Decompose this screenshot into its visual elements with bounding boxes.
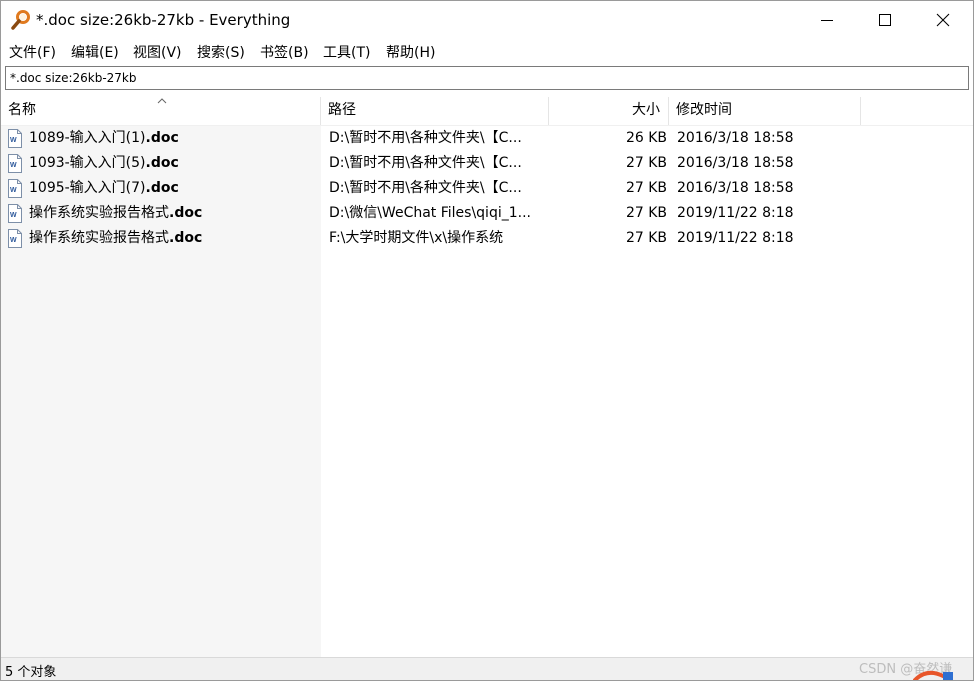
file-modified: 2016/3/18 18:58 xyxy=(677,180,794,196)
close-icon xyxy=(936,13,950,27)
svg-text:W: W xyxy=(10,162,17,169)
svg-text:W: W xyxy=(10,137,17,144)
file-name: 操作系统实验报告格式.doc xyxy=(29,230,203,246)
menu-bar: 文件(F) 编辑(E) 视图(V) 搜索(S) 书签(B) 工具(T) 帮助(H… xyxy=(1,39,973,63)
menu-tools[interactable]: 工具(T) xyxy=(323,42,370,62)
file-size: 27 KB xyxy=(625,155,667,171)
word-document-icon: W xyxy=(8,154,22,173)
file-modified: 2019/11/22 8:18 xyxy=(677,230,794,246)
file-size: 27 KB xyxy=(625,180,667,196)
column-header-modified[interactable]: 修改时间 xyxy=(669,97,861,125)
file-path: D:\暂时不用\各种文件夹\【C... xyxy=(329,180,522,196)
maximize-icon xyxy=(879,14,891,26)
file-list: W 1089-输入入门(1).doc D:\暂时不用\各种文件夹\【C... 2… xyxy=(1,126,973,251)
file-path: D:\暂时不用\各种文件夹\【C... xyxy=(329,130,522,146)
menu-view[interactable]: 视图(V) xyxy=(133,42,182,62)
word-document-icon: W xyxy=(8,204,22,223)
column-header-name[interactable]: 名称 xyxy=(1,97,321,125)
svg-text:W: W xyxy=(10,212,17,219)
file-size: 26 KB xyxy=(625,130,667,146)
table-row[interactable]: W 操作系统实验报告格式.doc F:\大学时期文件\x\操作系统 27 KB … xyxy=(1,226,973,251)
window-title: *.doc size:26kb-27kb - Everything xyxy=(36,11,291,29)
menu-bookmarks[interactable]: 书签(B) xyxy=(260,42,309,62)
title-bar[interactable]: *.doc size:26kb-27kb - Everything xyxy=(1,1,973,39)
menu-file[interactable]: 文件(F) xyxy=(9,42,56,62)
minimize-button[interactable] xyxy=(798,1,856,39)
close-button[interactable] xyxy=(914,1,972,39)
column-header-name-label: 名称 xyxy=(8,102,36,118)
word-document-icon: W xyxy=(8,229,22,248)
minimize-icon xyxy=(821,20,833,21)
file-path: F:\大学时期文件\x\操作系统 xyxy=(329,230,504,246)
search-input[interactable] xyxy=(5,66,969,90)
maximize-button[interactable] xyxy=(856,1,914,39)
file-path: D:\微信\WeChat Files\qiqi_1... xyxy=(329,205,531,221)
magnifier-icon xyxy=(11,10,30,30)
column-header-size-label: 大小 xyxy=(632,102,660,118)
file-modified: 2019/11/22 8:18 xyxy=(677,205,794,221)
file-name: 1093-输入入门(5).doc xyxy=(29,155,179,171)
column-header-path-label: 路径 xyxy=(328,102,356,118)
status-count: 5 个对象 xyxy=(5,665,57,680)
column-header: 名称 路径 大小 修改时间 xyxy=(1,97,973,126)
column-header-path[interactable]: 路径 xyxy=(321,97,549,125)
file-size: 27 KB xyxy=(625,230,667,246)
status-bar: 5 个对象 CSDN @奋然谦 xyxy=(1,657,973,680)
word-document-icon: W xyxy=(8,129,22,148)
menu-edit[interactable]: 编辑(E) xyxy=(71,42,119,62)
everything-window: *.doc size:26kb-27kb - Everything 文件(F) … xyxy=(0,0,974,681)
file-name: 1089-输入入门(1).doc xyxy=(29,130,179,146)
column-header-modified-label: 修改时间 xyxy=(676,102,732,118)
menu-search[interactable]: 搜索(S) xyxy=(197,42,245,62)
table-row[interactable]: W 1095-输入入门(7).doc D:\暂时不用\各种文件夹\【C... 2… xyxy=(1,176,973,201)
svg-text:W: W xyxy=(10,237,17,244)
table-row[interactable]: W 1089-输入入门(1).doc D:\暂时不用\各种文件夹\【C... 2… xyxy=(1,126,973,151)
menu-help[interactable]: 帮助(H) xyxy=(386,42,435,62)
file-size: 27 KB xyxy=(625,205,667,221)
file-name: 1095-输入入门(7).doc xyxy=(29,180,179,196)
column-header-size[interactable]: 大小 xyxy=(549,97,669,125)
file-modified: 2016/3/18 18:58 xyxy=(677,130,794,146)
table-row[interactable]: W 1093-输入入门(5).doc D:\暂时不用\各种文件夹\【C... 2… xyxy=(1,151,973,176)
file-name: 操作系统实验报告格式.doc xyxy=(29,205,203,221)
sort-ascending-icon xyxy=(157,98,167,104)
table-row[interactable]: W 操作系统实验报告格式.doc D:\微信\WeChat Files\qiqi… xyxy=(1,201,973,226)
svg-text:W: W xyxy=(10,187,17,194)
file-path: D:\暂时不用\各种文件夹\【C... xyxy=(329,155,522,171)
csdn-logo-icon xyxy=(913,670,953,680)
word-document-icon: W xyxy=(8,179,22,198)
file-modified: 2016/3/18 18:58 xyxy=(677,155,794,171)
